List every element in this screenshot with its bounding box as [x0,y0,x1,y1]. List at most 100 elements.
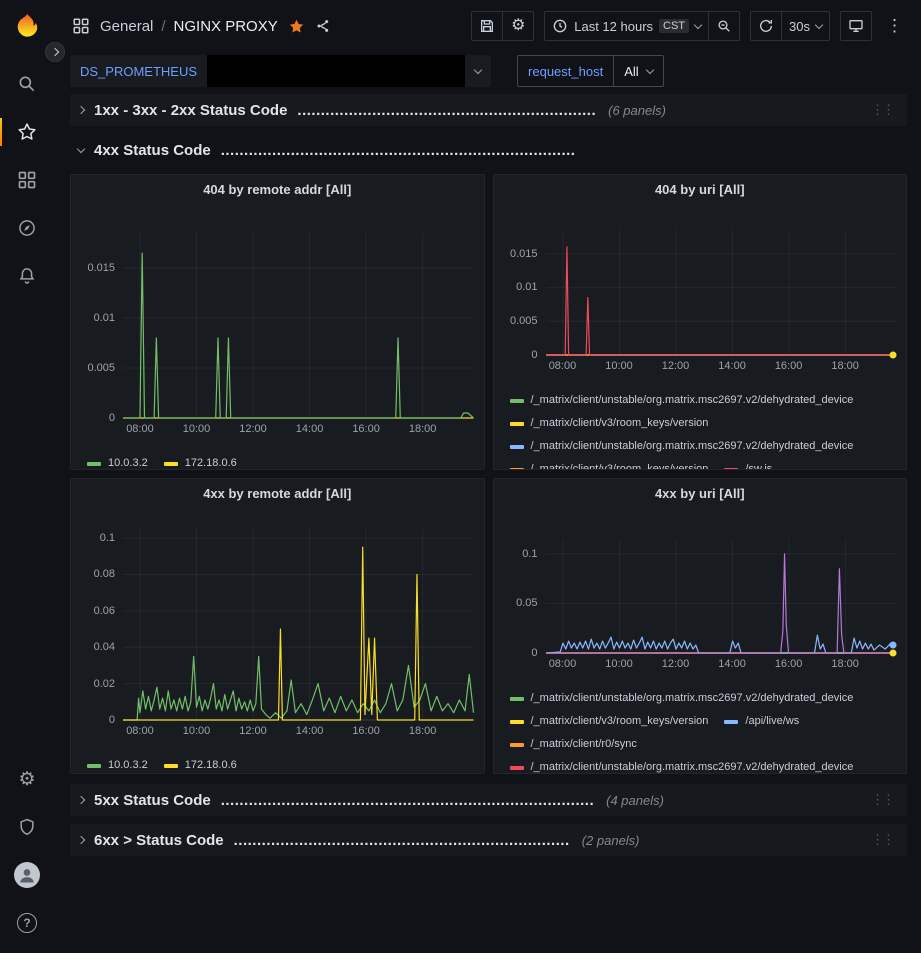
plot-area[interactable] [123,233,474,418]
y-axis: 00.0050.010.015 [77,233,123,418]
sidebar-item-alerting[interactable] [0,252,54,300]
legend-item[interactable]: /_matrix/client/unstable/org.matrix.msc2… [510,435,854,458]
datasource-variable-label[interactable]: DS_PROMETHEUS [70,55,207,87]
zoom-out-time-button[interactable] [708,11,740,41]
dashboards-grid-icon [17,170,37,190]
dashboard-toolbar: General / NGINX PROXY ⚙ [54,0,921,52]
sidebar-item-server-admin[interactable] [0,803,54,851]
chart-canvas [546,230,897,355]
y-axis-tick-label: 0 [531,647,537,659]
sidebar-item-help[interactable]: ? [0,899,54,947]
variables-bar: DS_PROMETHEUS request_host All [54,52,921,90]
legend-item[interactable]: /_matrix/client/unstable/org.matrix.msc2… [510,687,854,710]
grafana-logo-icon[interactable] [12,12,42,42]
legend-item[interactable]: /_matrix/client/unstable/org.matrix.msc2… [510,756,854,774]
legend-label: /_matrix/client/v3/room_keys/version [531,458,709,470]
chevron-down-icon [815,20,823,28]
x-axis-tick-label: 14:00 [296,423,324,435]
legend-swatch [510,766,524,770]
legend-item[interactable]: 172.18.0.6 [164,754,237,774]
legend-swatch [87,462,101,466]
legend-item[interactable]: /_matrix/client/r0/sync [510,733,637,756]
chevron-down-icon [474,65,482,73]
row-drag-handle[interactable]: ⋮⋮ [865,100,899,120]
panel-404-by-uri: 404 by uri [All] 00.0050.010.015 08:0010… [493,174,908,470]
row-header-4xx[interactable]: 4xx Status Code ........................… [70,134,907,166]
series-endpoint-marker [890,650,897,657]
y-axis: 00.020.040.060.080.1 [77,529,123,720]
clock-icon [552,18,568,34]
x-axis-tick-label: 12:00 [662,658,690,670]
chart-canvas [123,233,474,418]
cycle-view-mode-button[interactable] [840,11,872,41]
sidebar-item-configuration[interactable]: ⚙ [0,755,54,803]
dashboard-settings-button[interactable]: ⚙ [502,11,534,41]
more-options-button[interactable]: ⋮ [882,11,907,41]
y-axis-tick-label: 0.1 [522,548,537,560]
row-drag-handle[interactable]: ⋮⋮ [865,830,899,850]
time-range-picker[interactable]: Last 12 hours CST [544,11,709,41]
row-header-6xx[interactable]: 6xx > Status Code ......................… [70,824,907,856]
sidebar-item-dashboards[interactable] [0,156,54,204]
datasource-dropdown-caret[interactable] [465,55,491,87]
panels-grid: 404 by remote addr [All] 00.0050.010.015… [70,174,907,774]
compass-icon [17,218,37,238]
gear-icon: ⚙ [18,770,35,789]
legend-item[interactable]: /api/live/ws [724,710,799,733]
panel-title[interactable]: 404 by remote addr [All] [71,175,484,203]
chart-canvas [123,529,474,720]
row-title: 1xx - 3xx - 2xx Status Code [94,102,287,119]
shield-icon [17,817,37,837]
legend-swatch [724,468,738,471]
chevron-down-icon [694,20,702,28]
x-axis-tick-label: 08:00 [126,423,154,435]
legend-item[interactable]: 10.0.3.2 [87,452,148,470]
plot-area[interactable] [546,230,897,355]
breadcrumb-section[interactable]: General [100,18,153,35]
panel-title[interactable]: 404 by uri [All] [494,175,907,203]
series-endpoint-marker [890,642,897,649]
gear-icon: ⚙ [511,18,525,34]
panel-404-by-remote-addr: 404 by remote addr [All] 00.0050.010.015… [70,174,485,470]
request-host-value-dropdown[interactable]: All [614,55,663,87]
sidebar-item-search[interactable] [0,60,54,108]
breadcrumb-dashboard-title[interactable]: NGINX PROXY [174,18,278,35]
share-icon[interactable] [315,18,331,34]
legend-item[interactable]: /_matrix/client/unstable/org.matrix.msc2… [510,389,854,412]
sidebar-item-starred[interactable] [0,108,54,156]
legend-item[interactable]: /_matrix/client/v3/room_keys/version [510,458,709,470]
sidebar-item-profile[interactable] [0,851,54,899]
plot-area[interactable] [123,529,474,720]
sidebar-expand-button[interactable] [45,42,65,62]
row-panels-count: (4 panels) [606,793,664,808]
panel-title[interactable]: 4xx by remote addr [All] [71,479,484,507]
plot-area[interactable] [546,539,897,653]
row-title-dots: ........................................… [221,142,576,159]
legend-item[interactable]: /sw.js [724,458,772,470]
refresh-button[interactable] [750,11,782,41]
save-dashboard-button[interactable] [471,11,503,41]
y-axis-tick-label: 0.06 [94,605,115,617]
legend-swatch [724,720,738,724]
breadcrumb: General / NGINX PROXY [100,18,278,35]
row-drag-handle[interactable]: ⋮⋮ [865,790,899,810]
x-axis-tick-label: 08:00 [126,725,154,737]
favorite-star-icon[interactable] [288,18,305,35]
legend-item[interactable]: 10.0.3.2 [87,754,148,774]
datasource-value-field[interactable] [207,55,465,87]
legend-item[interactable]: 172.18.0.6 [164,452,237,470]
legend-swatch [510,422,524,426]
chevron-right-icon [77,106,85,114]
legend-item[interactable]: /_matrix/client/v3/room_keys/version [510,412,709,435]
sidebar-item-explore[interactable] [0,204,54,252]
legend-item[interactable]: /_matrix/client/v3/room_keys/version [510,710,709,733]
request-host-variable-label[interactable]: request_host [517,55,614,87]
x-axis-tick-label: 10:00 [605,658,633,670]
chart-canvas [546,539,897,653]
save-icon [479,18,495,34]
row-header-1xx-3xx-2xx[interactable]: 1xx - 3xx - 2xx Status Code ............… [70,94,907,126]
x-axis-tick-label: 18:00 [409,423,437,435]
panel-title[interactable]: 4xx by uri [All] [494,479,907,507]
refresh-interval-dropdown[interactable]: 30s [781,11,830,41]
row-header-5xx[interactable]: 5xx Status Code ........................… [70,784,907,816]
